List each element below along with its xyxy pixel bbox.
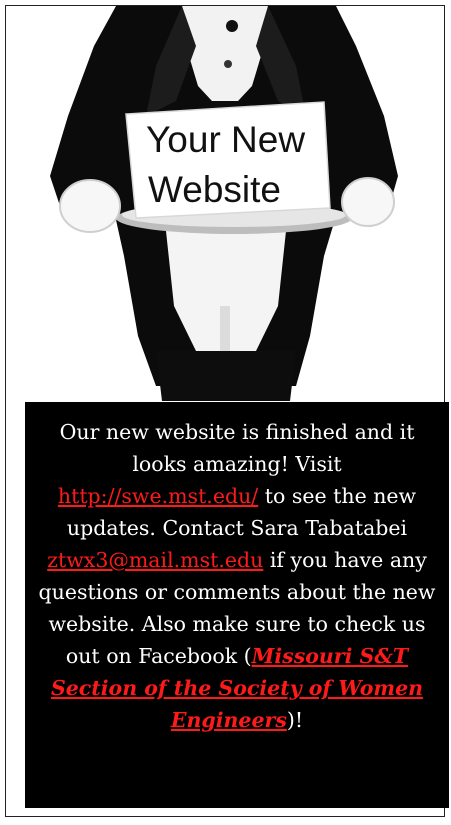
email-link[interactable]: ztwx3@mail.mst.edu bbox=[47, 548, 263, 572]
announcement-text-4: )! bbox=[286, 708, 304, 732]
page: Your New Website Our new website is fini… bbox=[0, 0, 451, 825]
announcement-panel: Our new website is finished and it looks… bbox=[25, 402, 449, 808]
announcement-text-1: Our new website is finished and it looks… bbox=[59, 420, 415, 476]
sign-line-1: Your New bbox=[146, 119, 305, 160]
site-link[interactable]: http://swe.mst.edu/ bbox=[58, 484, 258, 508]
sign-line-2: Website bbox=[148, 169, 281, 210]
waiter-tray-illustration: Your New Website bbox=[6, 6, 444, 401]
hero-image: Your New Website bbox=[6, 6, 444, 401]
